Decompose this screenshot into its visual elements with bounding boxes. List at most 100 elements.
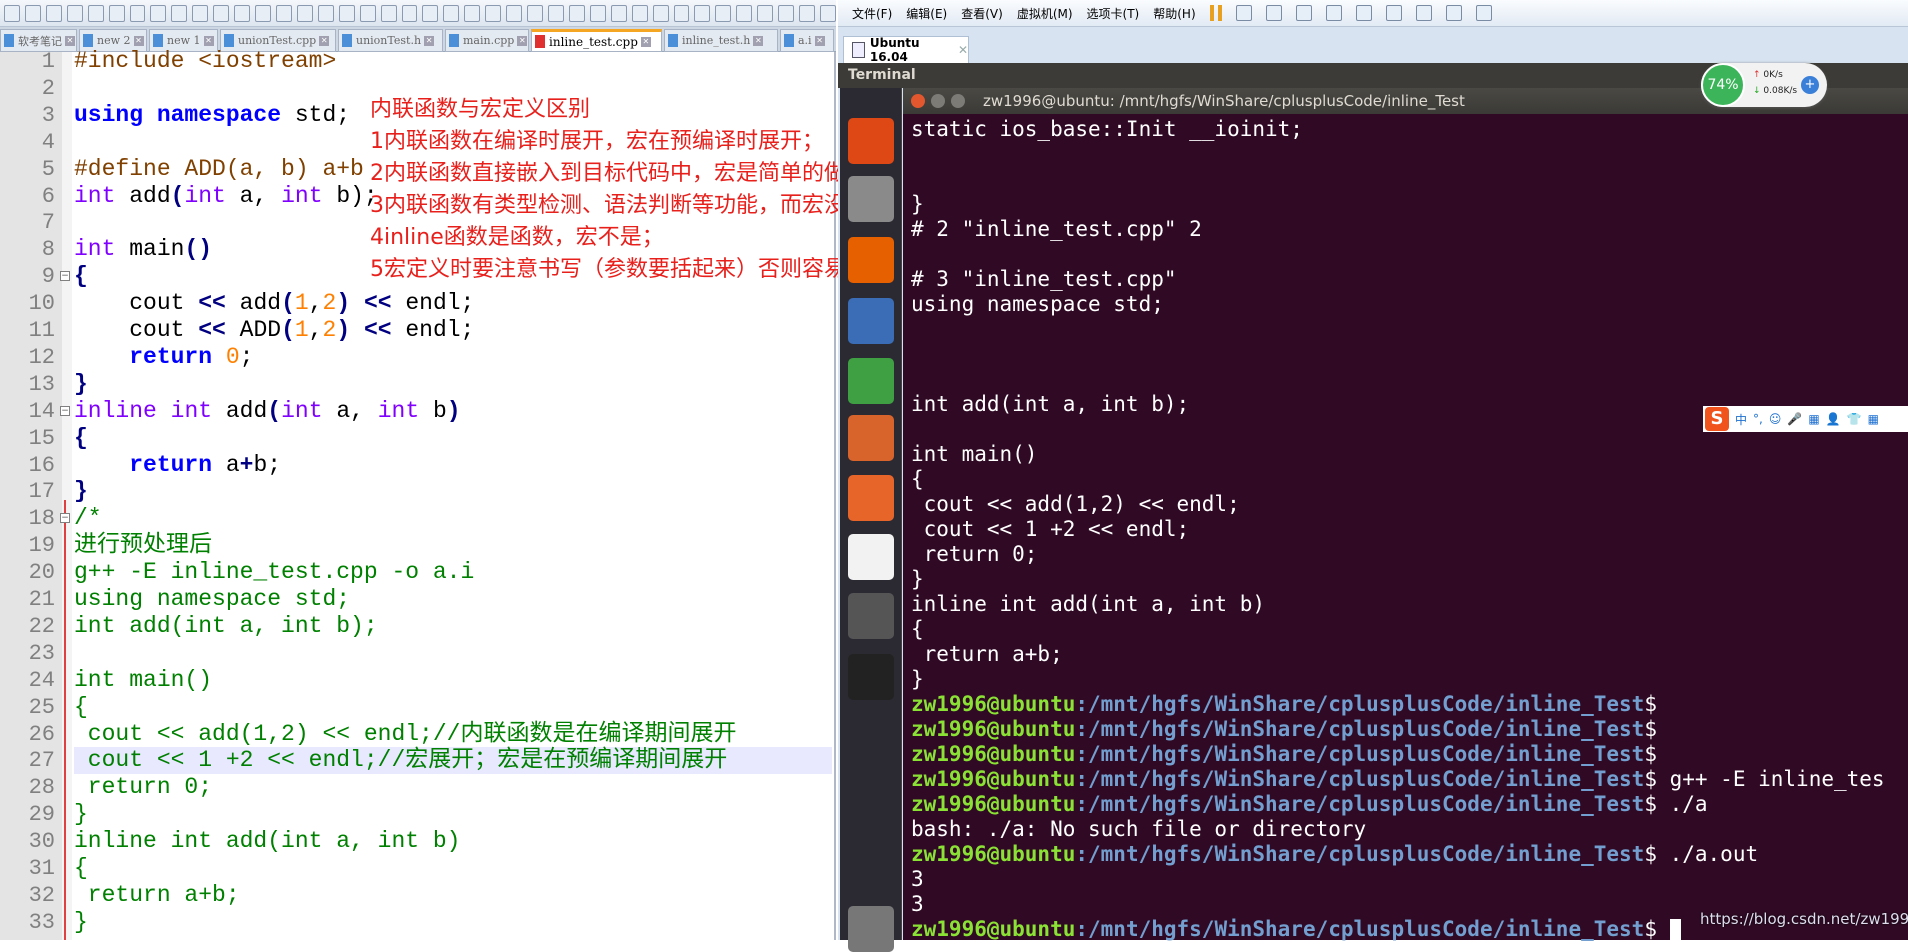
toolbar-button[interactable] [610,4,627,22]
vm-toolbar-button[interactable] [1445,5,1462,21]
toolbar-button[interactable] [401,4,418,22]
code-token: int add(int a, int b); [74,612,378,639]
settings-icon[interactable] [848,593,894,639]
toolbar-button[interactable] [485,4,502,22]
toolbar-button[interactable] [380,4,397,22]
prompt-path: :/mnt/hgfs/WinShare/cplusplusCode/inline… [1075,842,1645,866]
pause-icon[interactable] [1209,5,1222,21]
close-icon[interactable]: ✕ [958,43,968,57]
fold-toggle-icon[interactable]: − [60,271,70,282]
sogou-logo[interactable]: S [1705,407,1729,431]
ime-mode-toggle[interactable]: 中 [1735,411,1747,428]
close-icon[interactable]: ✕ [65,35,75,46]
close-icon[interactable]: ✕ [203,35,214,46]
network-speed-widget[interactable]: 74% ↑ 0K/s ↓ 0.08K/s + [1701,63,1827,107]
toolbar-button[interactable] [673,4,690,22]
toolbox-icon[interactable]: ▦ [1868,412,1879,426]
toolbar-button[interactable] [757,4,774,22]
punctuation-toggle[interactable]: °, [1753,412,1763,426]
fold-toggle-icon[interactable]: − [60,513,70,524]
close-icon[interactable]: ✕ [517,35,528,46]
menu-item[interactable]: 编辑(E) [906,5,947,22]
ubuntu-dash-icon[interactable] [848,118,894,164]
toolbar-button[interactable] [24,4,41,22]
menu-item[interactable]: 帮助(H) [1153,5,1195,22]
software-center-icon[interactable] [848,475,894,521]
skin-icon[interactable]: 👕 [1847,412,1862,426]
plus-icon[interactable]: + [1801,76,1819,94]
files-icon[interactable] [848,176,894,222]
close-icon[interactable]: ✕ [133,35,144,46]
toolbar-button[interactable] [234,4,251,22]
toolbar-button[interactable] [547,4,564,22]
toolbar-button[interactable] [715,4,732,22]
toolbar-button[interactable] [317,4,334,22]
vm-toolbar-button[interactable] [1355,5,1372,21]
toolbar-button[interactable] [694,4,711,22]
toolbar-button[interactable] [87,4,104,22]
toolbar-button[interactable] [359,4,376,22]
toolbar-button[interactable] [275,4,292,22]
toolbar-button[interactable] [296,4,313,22]
vm-tab-ubuntu[interactable]: Ubuntu 16.04 ✕ [843,36,969,64]
menu-item[interactable]: 选项卡(T) [1087,5,1140,22]
menu-item[interactable]: 虚拟机(M) [1017,5,1073,22]
firefox-icon[interactable] [848,237,894,283]
vm-toolbar-button[interactable] [1265,5,1282,21]
close-icon[interactable]: ✕ [640,36,651,47]
vm-toolbar-button[interactable] [1295,5,1312,21]
toolbar-button[interactable] [527,4,543,22]
toolbar-button[interactable] [150,4,167,22]
toolbar-button[interactable] [255,4,271,22]
toolbar-button[interactable] [422,4,439,22]
toolbar-button[interactable] [66,4,83,22]
keyboard-icon[interactable]: ▦ [1808,412,1819,426]
user-icon[interactable]: 👤 [1826,412,1841,426]
writer-icon[interactable] [848,298,894,344]
close-icon[interactable]: ✕ [424,35,435,46]
terminal-window[interactable]: zw1996@ubuntu: /mnt/hgfs/WinShare/cplusp… [903,88,1908,941]
close-window-icon[interactable] [911,94,925,108]
close-icon[interactable]: ✕ [753,35,764,46]
toolbar-button[interactable] [652,4,669,22]
toolbar-button[interactable] [192,4,209,22]
emoji-icon[interactable]: ☺ [1769,412,1782,426]
toolbar-button[interactable] [129,4,146,22]
close-icon[interactable]: ✕ [319,35,330,46]
toolbar-button[interactable] [45,4,62,22]
terminal-icon[interactable] [848,654,894,700]
toolbar-button[interactable] [464,4,481,22]
amazon-icon[interactable] [848,534,894,580]
minimize-icon[interactable] [931,94,945,108]
toolbar-button[interactable] [736,4,753,22]
vm-toolbar-button[interactable] [1385,5,1402,21]
trash-icon[interactable] [848,906,894,952]
toolbar-button[interactable] [338,4,355,22]
menu-item[interactable]: 查看(V) [961,5,1003,22]
toolbar-button[interactable] [799,4,815,22]
toolbar-button[interactable] [819,4,836,22]
vm-toolbar-button[interactable] [1475,5,1492,21]
toolbar-button[interactable] [568,4,585,22]
fold-toggle-icon[interactable]: − [60,405,70,416]
terminal-line: int main() [911,442,1037,467]
toolbar-button[interactable] [443,4,460,22]
toolbar-button[interactable] [589,4,606,22]
toolbar-button[interactable] [108,4,125,22]
toolbar-button[interactable] [778,4,795,22]
impress-icon[interactable] [848,415,894,461]
calc-icon[interactable] [848,358,894,404]
maximize-icon[interactable] [951,94,965,108]
toolbar-button[interactable] [4,4,20,22]
toolbar-button[interactable] [631,4,648,22]
toolbar-button[interactable] [506,4,523,22]
menu-item[interactable]: 文件(F) [852,5,892,22]
toolbar-button[interactable] [213,4,230,22]
close-icon[interactable]: ✕ [814,35,825,46]
toolbar-button[interactable] [171,4,188,22]
vm-toolbar-button[interactable] [1415,5,1432,21]
vm-toolbar-button[interactable] [1235,5,1252,21]
vm-toolbar-button[interactable] [1325,5,1342,21]
microphone-icon[interactable]: 🎤 [1787,412,1802,426]
line-number: 8 [41,237,55,263]
